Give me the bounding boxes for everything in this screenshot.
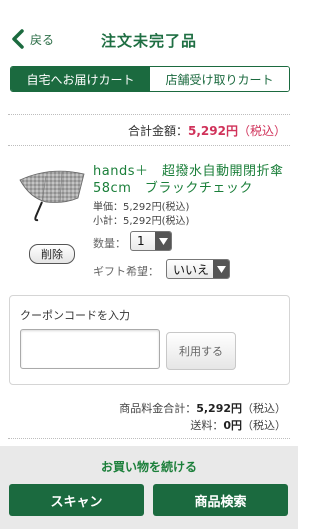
scan-button[interactable]: スキャン: [9, 484, 144, 516]
subtotal: 小計：5,292円(税込): [93, 216, 190, 227]
quantity-label: 数量：: [93, 237, 126, 250]
product-image-umbrella[interactable]: [12, 166, 88, 224]
goods-total-line: 商品料金合計：5,292円（税込）: [119, 400, 286, 416]
shipping-amount: 0円: [223, 419, 242, 432]
total-amount-line: 合計金額：5,292円（税込）: [128, 122, 286, 139]
tab-store-pickup[interactable]: 店舗受け取りカート: [150, 67, 289, 91]
goods-total-amount: 5,292円: [196, 402, 242, 415]
cart-tabs: 自宅へお届けカート 店舗受け取りカート: [10, 66, 290, 92]
app-header: 戻る 注文未完了品: [0, 0, 298, 60]
shipping-tax: （税込）: [242, 419, 286, 432]
quantity-select[interactable]: 1: [130, 231, 172, 251]
coupon-panel: クーポンコードを入力 利用する: [9, 295, 290, 385]
coupon-title: クーポンコードを入力: [20, 309, 130, 322]
total-tax: （税込）: [237, 124, 286, 138]
product-name[interactable]: hands＋ 超撥水自動開閉折傘 58cm ブラックチェック: [93, 163, 285, 197]
total-label: 合計金額：: [128, 124, 189, 138]
tab-home-delivery[interactable]: 自宅へお届けカート: [11, 67, 150, 91]
apply-coupon-button[interactable]: 利用する: [166, 332, 236, 370]
shipping-line: 送料：0円（税込）: [190, 417, 286, 433]
product-name-line2: 58cm ブラックチェック: [93, 181, 253, 196]
product-search-button[interactable]: 商品検索: [153, 484, 288, 516]
goods-total-label: 商品料金合計：: [119, 402, 197, 415]
quantity-value: 1: [137, 234, 145, 248]
divider: [8, 145, 290, 146]
divider: [8, 438, 290, 439]
delete-button[interactable]: 削除: [29, 244, 75, 264]
bottom-bar: お買い物を続ける スキャン 商品検索: [0, 446, 298, 529]
gift-value: いいえ: [173, 262, 210, 277]
gift-select[interactable]: いいえ: [166, 259, 230, 279]
goods-total-tax: （税込）: [242, 402, 286, 415]
total-amount: 5,292円: [188, 124, 238, 138]
coupon-code-input[interactable]: [20, 329, 160, 369]
continue-shopping-link[interactable]: お買い物を続ける: [0, 458, 298, 475]
product-name-line1: hands＋ 超撥水自動開閉折傘: [93, 164, 284, 179]
dropdown-arrow-icon: [155, 232, 171, 250]
page-title: 注文未完了品: [100, 32, 197, 50]
shipping-label: 送料：: [190, 419, 224, 432]
gift-label: ギフト希望：: [93, 265, 159, 278]
dropdown-arrow-icon: [213, 260, 229, 278]
unit-price: 単価：5,292円(税込): [93, 202, 190, 213]
divider: [8, 114, 290, 115]
